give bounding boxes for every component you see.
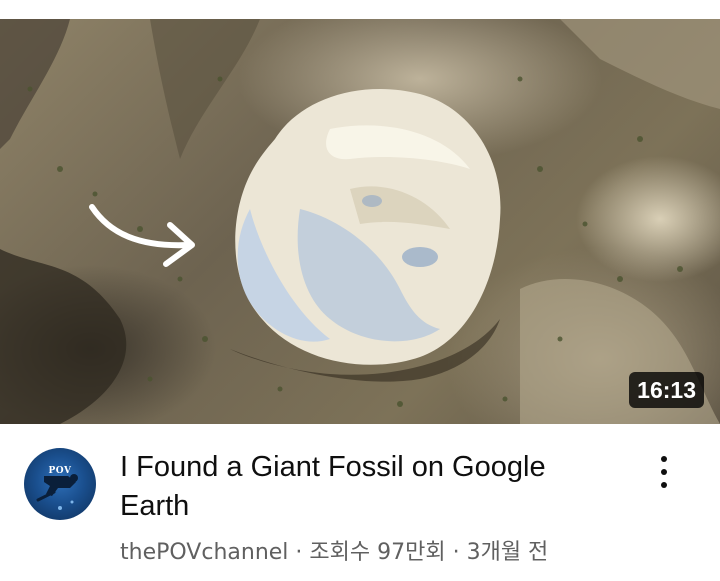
diver-icon [36,474,78,510]
more-vert-icon [661,456,667,462]
meta-separator: · [445,540,467,565]
channel-name[interactable]: thePOVchannel [120,540,288,565]
duration-badge: 16:13 [629,372,704,408]
view-count: 조회수 97만회 [309,540,446,565]
meta-separator: · [288,540,310,565]
video-title[interactable]: I Found a Giant Fossil on Google Earth [120,448,600,526]
more-options-button[interactable] [640,448,688,496]
video-card[interactable]: 16:13 POV I Found a Giant Fossil on Goog… [0,0,720,581]
thumbnail-landscape [0,19,720,424]
channel-avatar[interactable]: POV [24,448,96,520]
video-thumbnail[interactable]: 16:13 [0,19,720,424]
upload-age: 3개월 전 [466,540,549,565]
avatar-logo-text: POV [48,466,72,476]
curved-arrow-icon [89,204,195,267]
video-meta: thePOVchannel · 조회수 97만회 · 3개월 전 [120,538,548,568]
